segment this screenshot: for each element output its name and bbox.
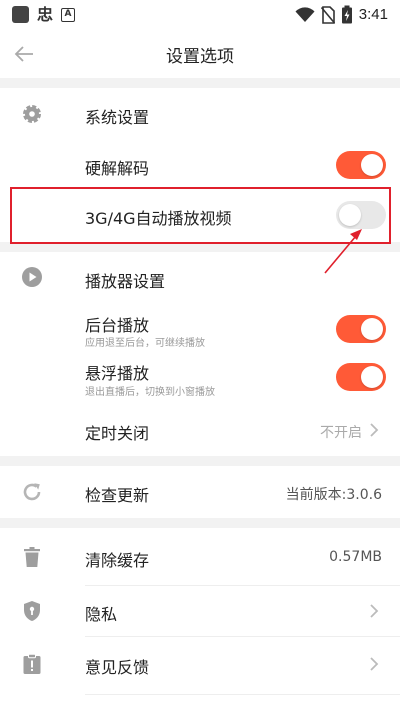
status-bar: 忠 A 3:41 <box>0 0 400 30</box>
shield-icon <box>20 599 44 623</box>
current-version-value: 当前版本:3.0.6 <box>285 487 382 503</box>
privacy-label: 隐私 <box>85 605 118 624</box>
float-play-row: 悬浮播放 退出直播后，切换到小窗播放 <box>0 354 400 404</box>
status-right: 3:41 <box>295 5 388 24</box>
float-play-subtitle: 退出直播后，切换到小窗播放 <box>85 387 215 398</box>
background-play-label: 后台播放 <box>85 316 150 335</box>
player-settings-header: 播放器设置 <box>0 252 400 304</box>
check-update-label: 检查更新 <box>85 486 150 505</box>
system-settings-header: 系统设置 <box>0 88 400 140</box>
cache-size-value: 0.57MB <box>329 549 382 565</box>
background-play-row: 后台播放 应用退至后台，可继续播放 <box>0 304 400 354</box>
hard-decode-label: 硬解解码 <box>85 159 150 178</box>
a-notification-icon: A <box>61 7 76 22</box>
toggle-knob <box>361 366 383 388</box>
trash-icon <box>20 545 44 569</box>
system-settings-label: 系统设置 <box>85 108 150 127</box>
clear-cache-label: 清除缓存 <box>85 551 150 570</box>
timer-close-row[interactable]: 定时关闭 不开启 <box>0 404 400 456</box>
background-play-toggle[interactable] <box>336 315 386 343</box>
section-gap <box>0 518 400 528</box>
section-gap <box>0 78 400 88</box>
app-square-icon <box>12 6 29 23</box>
player-settings-label: 播放器设置 <box>85 272 166 291</box>
toggle-knob <box>339 204 361 226</box>
page-title: 设置选项 <box>166 47 234 67</box>
float-play-toggle[interactable] <box>336 363 386 391</box>
clear-cache-row[interactable]: 清除缓存 0.57MB <box>0 528 400 586</box>
privacy-row[interactable]: 隐私 <box>0 586 400 636</box>
timer-close-label: 定时关闭 <box>85 424 150 443</box>
play-circle-icon <box>20 265 44 289</box>
toggle-knob <box>361 318 383 340</box>
next-row-partial <box>0 695 400 711</box>
hard-decode-toggle[interactable] <box>336 151 386 179</box>
auto-play-toggle[interactable] <box>336 201 386 229</box>
check-update-row[interactable]: 检查更新 当前版本:3.0.6 <box>0 466 400 518</box>
feedback-icon <box>20 652 44 676</box>
no-sim-icon <box>320 5 335 24</box>
section-gap <box>0 242 400 252</box>
title-bar: 设置选项 <box>0 30 400 78</box>
float-play-label: 悬浮播放 <box>85 364 150 383</box>
auto-play-label: 3G/4G自动播放视频 <box>85 209 232 228</box>
refresh-icon <box>20 480 44 504</box>
status-left: 忠 A <box>12 5 76 24</box>
chevron-right-icon <box>370 657 379 671</box>
wifi-icon <box>295 6 315 22</box>
battery-charging-icon <box>341 5 352 24</box>
timer-close-value: 不开启 <box>320 425 362 441</box>
auto-play-row: 3G/4G自动播放视频 <box>0 190 400 242</box>
app-notification-icon: 忠 <box>37 5 54 24</box>
feedback-row[interactable]: 意见反馈 <box>0 637 400 693</box>
hard-decode-row: 硬解解码 <box>0 140 400 190</box>
feedback-label: 意见反馈 <box>85 658 150 677</box>
chevron-right-icon <box>370 423 379 437</box>
gear-icon <box>20 102 44 126</box>
background-play-subtitle: 应用退至后台，可继续播放 <box>85 338 205 349</box>
section-gap <box>0 456 400 466</box>
toggle-knob <box>361 154 383 176</box>
chevron-right-icon <box>370 604 379 618</box>
status-time: 3:41 <box>358 6 388 23</box>
